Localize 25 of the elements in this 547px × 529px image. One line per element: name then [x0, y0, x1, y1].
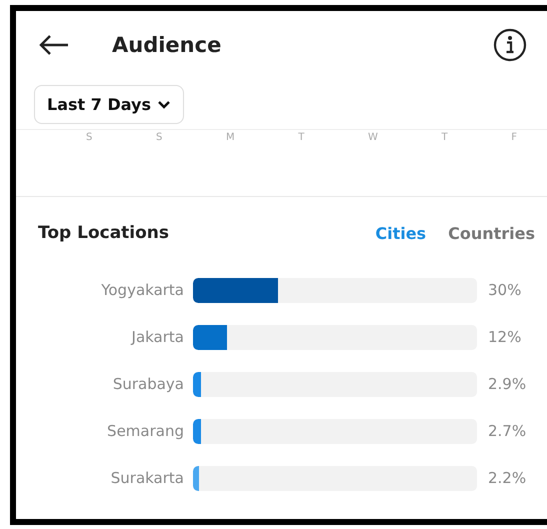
city-label: Surakarta [110, 469, 184, 487]
city-label: Jakarta [130, 328, 184, 346]
axis-label: W [368, 132, 378, 145]
axis-label: T [441, 132, 448, 145]
info-icon[interactable] [493, 28, 527, 62]
percent-label: 12% [488, 328, 522, 346]
section-title: Top Locations [38, 223, 170, 243]
city-label: Yogyakarta [100, 281, 184, 299]
back-arrow-icon[interactable] [38, 34, 70, 56]
axis-label: S [86, 132, 92, 145]
date-range-dropdown[interactable]: Last 7 Days [34, 85, 184, 124]
percent-label: 2.7% [488, 422, 526, 440]
chevron-down-icon [156, 100, 171, 110]
tab[interactable]: Cities [375, 224, 426, 242]
tab[interactable]: Countries [448, 224, 535, 242]
page-title: Audience [112, 33, 222, 57]
city-label: Surabaya [112, 375, 184, 393]
city-label: Semarang [106, 422, 184, 440]
axis-label: S [156, 132, 162, 145]
percent-label: 2.2% [488, 469, 526, 487]
percent-label: 30% [488, 281, 522, 299]
axis-label: M [226, 132, 235, 145]
percent-label: 2.9% [488, 375, 526, 393]
axis-label: T [298, 132, 304, 145]
axis-label: F [511, 132, 517, 145]
